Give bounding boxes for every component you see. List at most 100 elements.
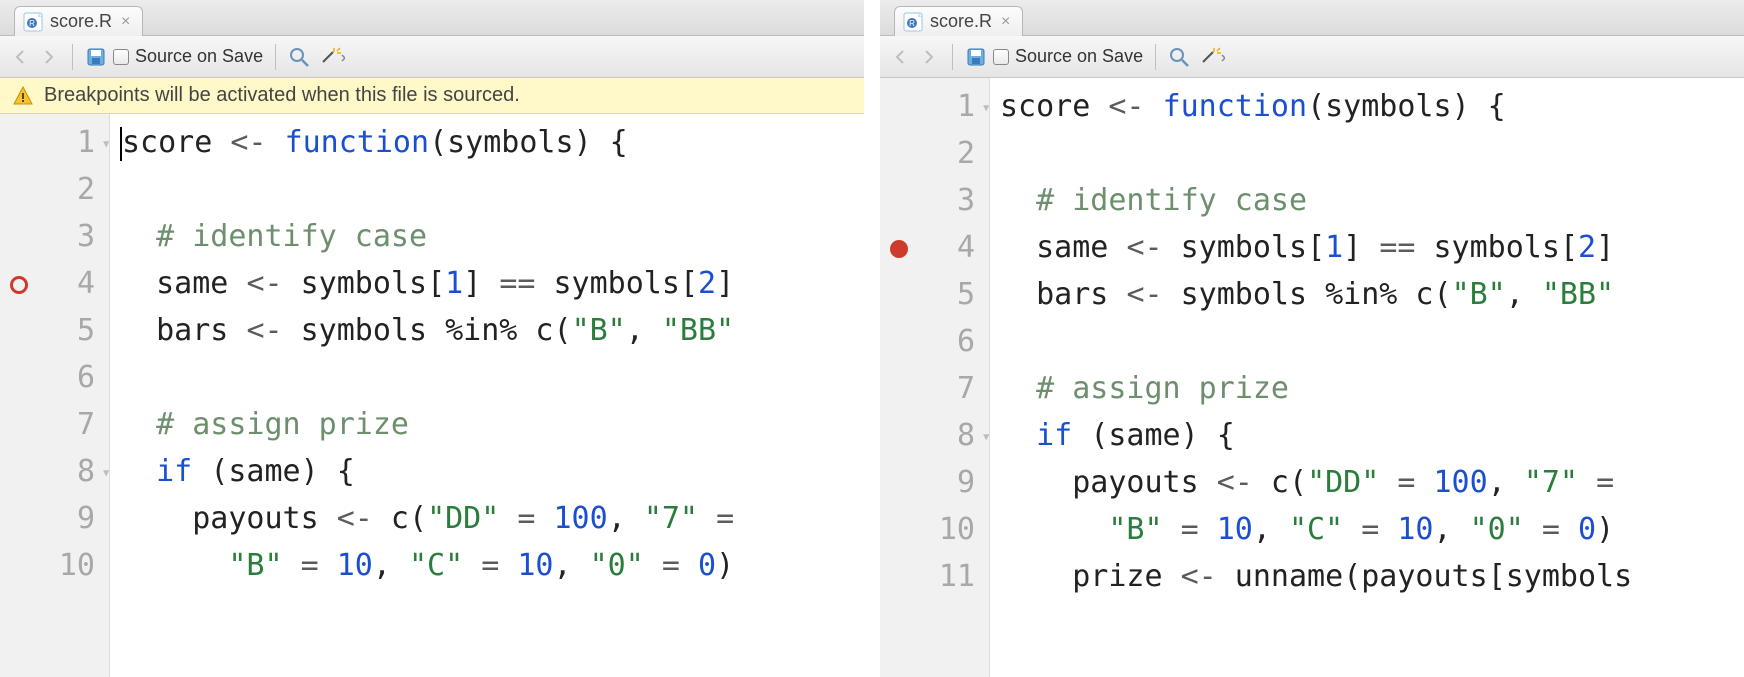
breakpoint-marker[interactable]: [10, 276, 28, 294]
code-line[interactable]: "B" = 10, "C" = 10, "0" = 0): [120, 543, 864, 590]
checkbox-box[interactable]: [113, 49, 129, 65]
gutter-line[interactable]: 10: [880, 507, 989, 554]
code-line[interactable]: score <- function(symbols) {: [120, 120, 864, 167]
line-number: 11: [939, 554, 975, 601]
close-icon[interactable]: ×: [119, 14, 130, 30]
token-op: =: [301, 543, 319, 590]
find-icon[interactable]: [288, 46, 310, 68]
gutter-line[interactable]: 1▾: [880, 84, 989, 131]
code-line[interactable]: payouts <- c("DD" = 100, "7" =: [1000, 460, 1744, 507]
code-line[interactable]: [1000, 319, 1744, 366]
code-line[interactable]: # assign prize: [1000, 366, 1744, 413]
gutter-line[interactable]: 1▾: [0, 120, 109, 167]
line-number: 5: [957, 272, 975, 319]
code-line[interactable]: if (same) {: [120, 449, 864, 496]
gutter-line[interactable]: 9: [0, 496, 109, 543]
token-id: [120, 402, 156, 449]
gutter[interactable]: 1▾2345678▾910: [0, 114, 110, 677]
gutter-line[interactable]: 4: [0, 261, 109, 308]
gutter-line[interactable]: 8▾: [0, 449, 109, 496]
source-on-save-checkbox[interactable]: Source on Save: [993, 46, 1143, 67]
token-str: "B": [228, 543, 282, 590]
toolbar: Source on Save: [880, 36, 1744, 78]
code-area[interactable]: score <- function(symbols) { # identify …: [990, 78, 1744, 677]
fold-icon[interactable]: ▾: [981, 95, 991, 120]
fold-icon[interactable]: ▾: [101, 131, 111, 156]
code-line[interactable]: [120, 167, 864, 214]
code-area[interactable]: score <- function(symbols) { # identify …: [110, 114, 864, 677]
code-line[interactable]: score <- function(symbols) {: [1000, 84, 1744, 131]
token-num: 10: [1397, 507, 1433, 554]
back-icon[interactable]: [10, 46, 32, 68]
save-icon[interactable]: [965, 46, 987, 68]
source-on-save-checkbox[interactable]: Source on Save: [113, 46, 263, 67]
tab-score-r[interactable]: R score.R ×: [894, 6, 1023, 36]
back-icon[interactable]: [890, 46, 912, 68]
line-number: 3: [77, 214, 95, 261]
code-line[interactable]: # assign prize: [120, 402, 864, 449]
token-id: [499, 543, 517, 590]
gutter-line[interactable]: 7: [0, 402, 109, 449]
gutter-line[interactable]: 7: [880, 366, 989, 413]
token-num: 100: [554, 496, 608, 543]
forward-icon[interactable]: [38, 46, 60, 68]
separator: [275, 44, 276, 70]
close-icon[interactable]: ×: [999, 14, 1010, 30]
code-line[interactable]: bars <- symbols %in% c("B", "BB": [1000, 272, 1744, 319]
code-line[interactable]: bars <- symbols %in% c("B", "BB": [120, 308, 864, 355]
gutter-line[interactable]: 4: [880, 225, 989, 272]
gutter-line[interactable]: 6: [880, 319, 989, 366]
code-line[interactable]: [120, 355, 864, 402]
breakpoint-marker[interactable]: [890, 240, 908, 258]
svg-text:R: R: [29, 19, 35, 28]
checkbox-box[interactable]: [993, 49, 1009, 65]
gutter-line[interactable]: 9: [880, 460, 989, 507]
gutter-line[interactable]: 8▾: [880, 413, 989, 460]
gutter-line[interactable]: 3: [880, 178, 989, 225]
code-line[interactable]: if (same) {: [1000, 413, 1744, 460]
svg-text:R: R: [909, 19, 915, 28]
code-line[interactable]: "B" = 10, "C" = 10, "0" = 0): [1000, 507, 1744, 554]
token-pun: [: [1488, 554, 1506, 601]
gutter-line[interactable]: 6: [0, 355, 109, 402]
code-line[interactable]: same <- symbols[1] == symbols[2]: [120, 261, 864, 308]
save-icon[interactable]: [85, 46, 107, 68]
token-id: same: [120, 261, 246, 308]
find-icon[interactable]: [1168, 46, 1190, 68]
line-number: 8: [957, 413, 975, 460]
gutter-line[interactable]: 10: [0, 543, 109, 590]
forward-icon[interactable]: [918, 46, 940, 68]
wand-icon[interactable]: [316, 46, 346, 68]
warning-text: Breakpoints will be activated when this …: [44, 84, 520, 107]
wand-icon[interactable]: [1196, 46, 1226, 68]
fold-icon[interactable]: ▾: [981, 424, 991, 449]
token-op: <-: [1217, 460, 1253, 507]
token-cmt: # assign prize: [156, 402, 409, 449]
gutter-line[interactable]: 5: [880, 272, 989, 319]
code-line[interactable]: payouts <- c("DD" = 100, "7" =: [120, 496, 864, 543]
token-str: "B": [1452, 272, 1506, 319]
gutter[interactable]: 1▾2345678▾91011: [880, 78, 990, 677]
token-id: [535, 496, 553, 543]
token-op: <-: [230, 120, 266, 167]
tab-score-r[interactable]: R score.R ×: [14, 6, 143, 36]
code-line[interactable]: # identify case: [120, 214, 864, 261]
token-id: [1578, 460, 1596, 507]
code-editor[interactable]: 1▾2345678▾910 score <- function(symbols)…: [0, 114, 864, 677]
token-id: [1072, 413, 1090, 460]
gutter-line[interactable]: 2: [880, 131, 989, 178]
gutter-line[interactable]: 5: [0, 308, 109, 355]
gutter-line[interactable]: 11: [880, 554, 989, 601]
code-line[interactable]: # identify case: [1000, 178, 1744, 225]
code-editor[interactable]: 1▾2345678▾91011 score <- function(symbol…: [880, 78, 1744, 677]
token-pun: ): [1596, 507, 1614, 554]
fold-icon[interactable]: ▾: [101, 460, 111, 485]
token-str: "DD": [427, 496, 499, 543]
code-line[interactable]: prize <- unname(payouts[symbols: [1000, 554, 1744, 601]
gutter-line[interactable]: 3: [0, 214, 109, 261]
gutter-line[interactable]: 2: [0, 167, 109, 214]
token-id: prize: [1000, 554, 1181, 601]
code-line[interactable]: same <- symbols[1] == symbols[2]: [1000, 225, 1744, 272]
code-line[interactable]: [1000, 131, 1744, 178]
token-num: 0: [698, 543, 716, 590]
